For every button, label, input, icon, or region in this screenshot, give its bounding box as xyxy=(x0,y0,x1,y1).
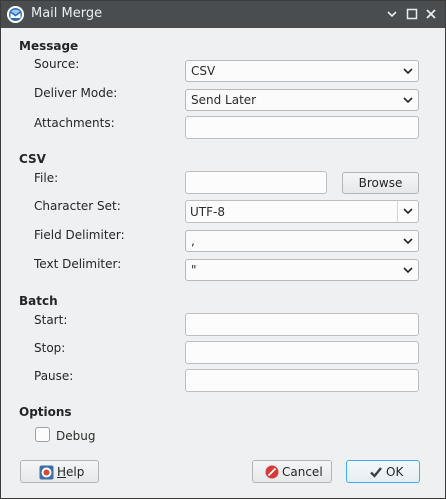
checkmark-icon xyxy=(370,467,382,478)
ok-button[interactable]: OK xyxy=(346,460,420,483)
combo-separator xyxy=(397,201,398,222)
maximize-icon[interactable] xyxy=(405,7,419,21)
source-value: CSV xyxy=(191,64,216,78)
debug-label[interactable]: Debug xyxy=(56,429,95,443)
deliver-mode-label: Deliver Mode: xyxy=(34,86,118,100)
text-delimiter-value: " xyxy=(191,263,197,277)
field-delimiter-select[interactable]: , xyxy=(185,230,419,252)
section-message: Message xyxy=(19,39,79,53)
help-icon xyxy=(39,465,54,480)
field-delimiter-label: Field Delimiter: xyxy=(34,228,125,242)
mail-merge-dialog: Mail Merge Message Source: CSV Deliver M… xyxy=(0,0,446,499)
ok-label: OK xyxy=(386,465,404,479)
deliver-mode-select[interactable]: Send Later xyxy=(185,89,419,111)
browse-button[interactable]: Browse xyxy=(342,172,419,194)
start-label: Start: xyxy=(34,313,68,327)
cancel-button[interactable]: Cancel xyxy=(252,460,332,483)
attachments-field[interactable] xyxy=(185,116,419,139)
file-field[interactable] xyxy=(185,171,327,194)
cancel-label: Cancel xyxy=(282,465,323,479)
help-label: Help xyxy=(57,465,84,479)
section-csv: CSV xyxy=(19,152,46,166)
stop-field[interactable] xyxy=(185,341,419,364)
source-label: Source: xyxy=(34,57,80,71)
pause-field[interactable] xyxy=(185,369,419,392)
help-button[interactable]: Help xyxy=(20,460,99,483)
minimize-icon[interactable] xyxy=(385,7,399,21)
close-icon[interactable] xyxy=(424,7,438,21)
charset-label: Character Set: xyxy=(34,199,121,213)
help-accelerator: H xyxy=(57,465,67,479)
deliver-mode-value: Send Later xyxy=(191,93,257,107)
chevron-down-icon xyxy=(403,68,413,75)
field-delimiter-value: , xyxy=(191,234,195,248)
section-options: Options xyxy=(19,405,72,419)
charset-value: UTF-8 xyxy=(190,205,225,219)
titlebar[interactable]: Mail Merge xyxy=(1,1,445,28)
charset-combo[interactable]: UTF-8 xyxy=(185,200,419,223)
section-batch: Batch xyxy=(19,294,58,308)
source-select[interactable]: CSV xyxy=(185,60,419,82)
thunderbird-icon xyxy=(7,6,24,23)
attachments-label: Attachments: xyxy=(34,116,115,130)
debug-checkbox[interactable] xyxy=(35,427,50,442)
start-field[interactable] xyxy=(185,313,419,336)
pause-label: Pause: xyxy=(34,369,74,383)
help-label-rest: elp xyxy=(66,465,85,479)
chevron-down-icon xyxy=(403,267,413,274)
chevron-down-icon[interactable] xyxy=(403,208,413,215)
chevron-down-icon xyxy=(403,238,413,245)
cancel-icon xyxy=(265,465,279,479)
stop-label: Stop: xyxy=(34,341,66,355)
text-delimiter-select[interactable]: " xyxy=(185,259,419,281)
window-title: Mail Merge xyxy=(31,6,103,21)
text-delimiter-label: Text Delimiter: xyxy=(34,257,122,271)
file-label: File: xyxy=(34,171,59,185)
chevron-down-icon xyxy=(403,97,413,104)
